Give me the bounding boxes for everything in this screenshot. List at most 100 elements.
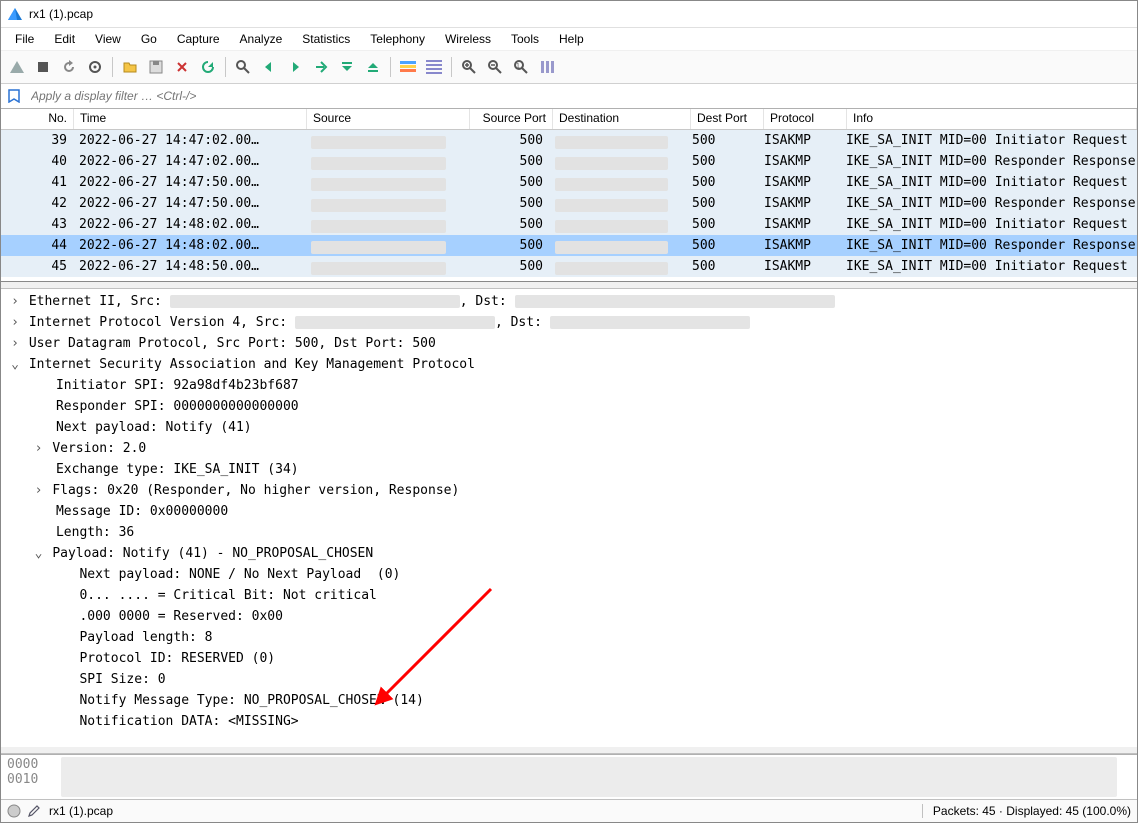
menubar: File Edit View Go Capture Analyze Statis… [1,28,1137,50]
expand-icon[interactable]: › [9,312,21,333]
reload-button[interactable] [196,55,220,79]
zoom-reset-button[interactable]: 1 [509,55,533,79]
detail-init-spi[interactable]: Initiator SPI: 92a98df4b23bf687 [1,375,1137,396]
menu-capture[interactable]: Capture [167,30,230,48]
zoom-in-button[interactable] [457,55,481,79]
toolbar-separator [112,57,113,77]
expand-icon[interactable]: › [32,438,44,459]
redacted [170,295,460,308]
menu-help[interactable]: Help [549,30,594,48]
col-protocol[interactable]: Protocol [764,109,847,129]
go-first-button[interactable] [335,55,359,79]
find-button[interactable] [231,55,255,79]
redacted [295,316,495,329]
menu-analyze[interactable]: Analyze [230,30,293,48]
detail-payload-length[interactable]: Payload length: 8 [1,627,1137,648]
go-last-button[interactable] [361,55,385,79]
bookmark-icon[interactable] [5,87,23,105]
display-filter-input[interactable] [27,86,1137,106]
detail-length[interactable]: Length: 36 [1,522,1137,543]
detail-payload-spisize[interactable]: SPI Size: 0 [1,669,1137,690]
packet-bytes-pane[interactable]: 0000 0010 [1,754,1137,799]
app-icon [7,6,23,22]
detail-payload-header[interactable]: ⌄ Payload: Notify (41) - NO_PROPOSAL_CHO… [1,543,1137,564]
table-row[interactable]: 422022-06-27 14:47:50.00…500500ISAKMPIKE… [1,193,1137,214]
expand-icon[interactable]: › [9,291,21,312]
start-capture-button[interactable] [5,55,29,79]
menu-file[interactable]: File [5,30,44,48]
toolbar-separator [451,57,452,77]
col-dest-port[interactable]: Dest Port [691,109,764,129]
splitter-list-details[interactable] [1,282,1137,289]
expand-icon[interactable]: › [9,333,21,354]
menu-edit[interactable]: Edit [44,30,85,48]
detail-exch-type[interactable]: Exchange type: IKE_SA_INIT (34) [1,459,1137,480]
stop-capture-button[interactable] [31,55,55,79]
redacted [550,316,750,329]
detail-ethernet[interactable]: › Ethernet II, Src: , Dst: [1,291,1137,312]
collapse-icon[interactable]: ⌄ [9,354,21,375]
detail-isakmp[interactable]: ⌄ Internet Security Association and Key … [1,354,1137,375]
menu-wireless[interactable]: Wireless [435,30,501,48]
menu-statistics[interactable]: Statistics [292,30,360,48]
detail-payload-data[interactable]: Notification DATA: <MISSING> [1,711,1137,732]
packet-list-header[interactable]: No. Time Source Source Port Destination … [1,109,1137,130]
detail-resp-spi[interactable]: Responder SPI: 0000000000000000 [1,396,1137,417]
auto-scroll-button[interactable] [422,55,446,79]
detail-payload-notify[interactable]: Notify Message Type: NO_PROPOSAL_CHOSEN … [1,690,1137,711]
zoom-out-button[interactable] [483,55,507,79]
edit-icon[interactable] [27,804,41,818]
packet-list-body[interactable]: 392022-06-27 14:47:02.00…500500ISAKMPIKE… [1,130,1137,281]
detail-next-payload[interactable]: Next payload: Notify (41) [1,417,1137,438]
detail-payload-crit[interactable]: 0... .... = Critical Bit: Not critical [1,585,1137,606]
packet-details-pane[interactable]: › Ethernet II, Src: , Dst: › Internet Pr… [1,289,1137,747]
go-to-packet-button[interactable] [309,55,333,79]
redacted [515,295,835,308]
detail-ip[interactable]: › Internet Protocol Version 4, Src: , Ds… [1,312,1137,333]
packet-list-pane: No. Time Source Source Port Destination … [1,109,1137,282]
hex-offset: 0000 [7,757,38,772]
display-filter-bar [1,84,1137,109]
expert-info-icon[interactable] [7,804,21,818]
window-title: rx1 (1).pcap [29,7,93,21]
go-back-button[interactable] [257,55,281,79]
toolbar: 1 [1,50,1137,84]
save-button[interactable] [144,55,168,79]
detail-payload-reserved[interactable]: .000 0000 = Reserved: 0x00 [1,606,1137,627]
table-row[interactable]: 402022-06-27 14:47:02.00…500500ISAKMPIKE… [1,151,1137,172]
table-row[interactable]: 452022-06-27 14:48:50.00…500500ISAKMPIKE… [1,256,1137,277]
go-forward-button[interactable] [283,55,307,79]
capture-options-button[interactable] [83,55,107,79]
colorize-button[interactable] [396,55,420,79]
detail-flags[interactable]: › Flags: 0x20 (Responder, No higher vers… [1,480,1137,501]
close-button[interactable] [170,55,194,79]
detail-payload-next[interactable]: Next payload: NONE / No Next Payload (0) [1,564,1137,585]
menu-telephony[interactable]: Telephony [360,30,435,48]
restart-capture-button[interactable] [57,55,81,79]
table-row[interactable]: 442022-06-27 14:48:02.00…500500ISAKMPIKE… [1,235,1137,256]
open-button[interactable] [118,55,142,79]
table-row[interactable]: 412022-06-27 14:47:50.00…500500ISAKMPIKE… [1,172,1137,193]
toolbar-separator [390,57,391,77]
col-info[interactable]: Info [847,109,1137,129]
svg-text:1: 1 [516,63,520,70]
detail-version[interactable]: › Version: 2.0 [1,438,1137,459]
menu-view[interactable]: View [85,30,131,48]
col-destination[interactable]: Destination [553,109,691,129]
resize-columns-button[interactable] [535,55,559,79]
menu-tools[interactable]: Tools [501,30,549,48]
table-row[interactable]: 432022-06-27 14:48:02.00…500500ISAKMPIKE… [1,214,1137,235]
col-no[interactable]: No. [1,109,74,129]
splitter-details-hex[interactable] [1,747,1137,754]
table-row[interactable]: 392022-06-27 14:47:02.00…500500ISAKMPIKE… [1,130,1137,151]
col-source[interactable]: Source [307,109,470,129]
collapse-icon[interactable]: ⌄ [32,543,44,564]
menu-go[interactable]: Go [131,30,167,48]
col-time[interactable]: Time [74,109,307,129]
toolbar-separator [225,57,226,77]
expand-icon[interactable]: › [32,480,44,501]
detail-udp[interactable]: › User Datagram Protocol, Src Port: 500,… [1,333,1137,354]
col-src-port[interactable]: Source Port [470,109,553,129]
detail-payload-protoid[interactable]: Protocol ID: RESERVED (0) [1,648,1137,669]
detail-msgid[interactable]: Message ID: 0x00000000 [1,501,1137,522]
